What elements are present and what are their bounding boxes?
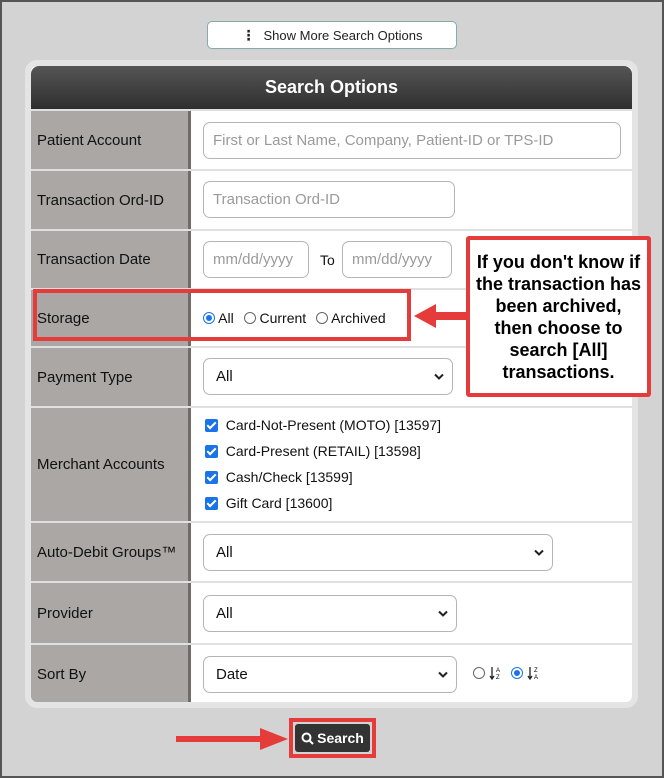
svg-text:A: A [496, 668, 500, 674]
auto-debit-groups-select[interactable]: All [203, 534, 553, 571]
svg-text:Z: Z [496, 675, 500, 681]
date-to-label: To [320, 252, 335, 268]
provider-label: Provider [31, 583, 191, 643]
merchant-account-item[interactable]: Gift Card [13600] [205, 495, 441, 521]
transaction-ord-id-input[interactable]: Transaction Ord-ID [203, 181, 455, 218]
search-button[interactable]: Search [295, 724, 370, 752]
sort-by-select[interactable]: Date [203, 656, 457, 693]
transaction-date-to-input[interactable]: mm/dd/yyyy [342, 241, 452, 278]
callout-arrow-icon [414, 304, 468, 328]
checkbox-checked-icon[interactable] [205, 445, 218, 458]
provider-select[interactable]: All [203, 595, 457, 632]
merchant-account-item[interactable]: Cash/Check [13599] [205, 469, 441, 495]
checkbox-checked-icon[interactable] [205, 471, 218, 484]
svg-text:A: A [534, 675, 538, 681]
row-provider: Provider All [31, 581, 632, 643]
sort-direction-group: A Z Z A [473, 665, 541, 681]
search-pointer-arrow-icon [176, 728, 288, 750]
checkbox-checked-icon[interactable] [205, 419, 218, 432]
row-transaction-ord-id: Transaction Ord-ID Transaction Ord-ID [31, 169, 632, 229]
sort-descending-radio[interactable] [511, 667, 523, 679]
merchant-account-item[interactable]: Card-Present (RETAIL) [13598] [205, 443, 441, 469]
svg-text:Z: Z [534, 668, 538, 674]
sort-ascending-icon: A Z [489, 667, 500, 681]
auto-debit-groups-label: Auto-Debit Groups™ [31, 523, 191, 581]
radio-all[interactable] [203, 312, 215, 324]
payment-type-label: Payment Type [31, 348, 191, 406]
more-vertical-icon: ⋮ [241, 26, 256, 43]
row-auto-debit-groups: Auto-Debit Groups™ All [31, 521, 632, 581]
row-sort-by: Sort By Date A Z Z A [31, 643, 632, 702]
transaction-date-label: Transaction Date [31, 231, 191, 288]
chevron-down-icon [438, 610, 448, 617]
search-icon [301, 732, 314, 745]
radio-current[interactable] [243, 312, 256, 324]
search-highlight-box: Search [289, 718, 376, 758]
checkbox-checked-icon[interactable] [205, 497, 218, 510]
merchant-account-item[interactable]: Card-Not-Present (MOTO) [13597] [205, 417, 441, 443]
transaction-ord-id-label: Transaction Ord-ID [31, 171, 191, 229]
patient-account-label: Patient Account [31, 111, 191, 169]
sort-by-label: Sort By [31, 645, 191, 702]
radio-archived[interactable] [316, 312, 329, 324]
chevron-down-icon [438, 671, 448, 678]
chevron-down-icon [434, 373, 444, 380]
show-more-label: Show More Search Options [263, 27, 423, 43]
annotation-callout: If you don't know if the transaction has… [466, 236, 651, 397]
row-merchant-accounts: Merchant Accounts Card-Not-Present (MOTO… [31, 406, 632, 521]
merchant-accounts-list: Card-Not-Present (MOTO) [13597] Card-Pre… [205, 417, 441, 521]
sort-ascending-radio[interactable] [473, 667, 485, 679]
chevron-down-icon [534, 549, 544, 556]
storage-label: Storage [31, 290, 191, 346]
transaction-date-from-input[interactable]: mm/dd/yyyy [203, 241, 309, 278]
payment-type-select[interactable]: All [203, 358, 453, 395]
storage-archived-option[interactable]: Archived [316, 310, 386, 326]
storage-current-option[interactable]: Current [243, 310, 306, 326]
show-more-search-options-button[interactable]: ⋮ Show More Search Options [207, 21, 457, 49]
panel-title: Search Options [31, 66, 632, 109]
row-patient-account: Patient Account First or Last Name, Comp… [31, 109, 632, 169]
storage-radio-group: All Current Archived [203, 310, 386, 326]
sort-descending-icon: Z A [527, 667, 538, 681]
patient-account-input[interactable]: First or Last Name, Company, Patient-ID … [203, 122, 621, 159]
merchant-accounts-label: Merchant Accounts [31, 408, 191, 521]
storage-all-option[interactable]: All [203, 310, 234, 326]
